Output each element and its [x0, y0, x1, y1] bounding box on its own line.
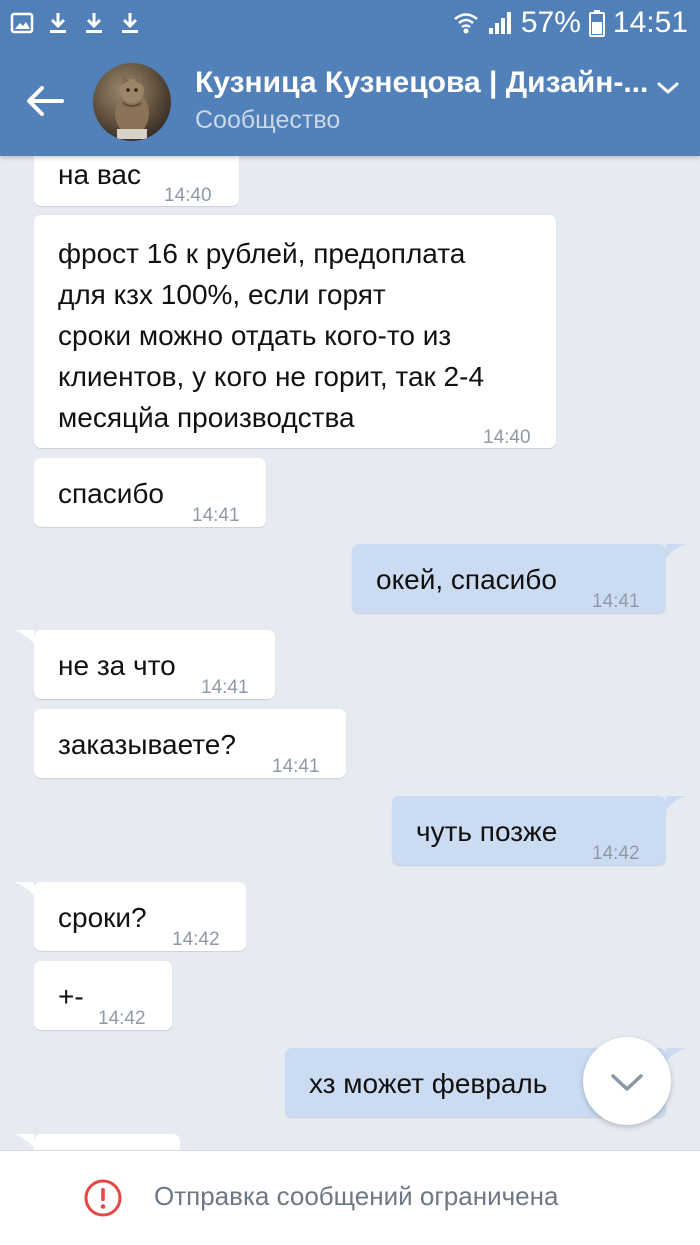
message-time: 14:41: [592, 591, 640, 612]
message-text: +-: [58, 981, 84, 1012]
message-time: 14:42: [172, 929, 220, 950]
message-incoming[interactable]: не за что 14:41: [34, 630, 275, 699]
messaging-restricted-bar: Отправка сообщений ограничена: [0, 1150, 700, 1245]
bubble-tail: [666, 544, 686, 558]
bubble-tail: [14, 1134, 34, 1148]
battery-percent: 57%: [520, 6, 581, 39]
chat-header: Кузница Кузнецова | Дизайн-... Сообществ…: [0, 48, 700, 156]
message-time: 14:40: [483, 427, 531, 448]
bubble-tail: [14, 882, 34, 896]
message-incoming[interactable]: спасибо 14:41: [34, 458, 266, 527]
message-text: на вас: [58, 159, 141, 190]
clock: 14:51: [612, 6, 688, 39]
message-text-line: сроки можно отдать кого-то из: [58, 320, 452, 351]
chat-title[interactable]: Кузница Кузнецова | Дизайн-...: [195, 66, 648, 100]
message-incoming[interactable]: фрост 16 к рублей, предоплата для кзх 10…: [34, 215, 556, 448]
scroll-down-button[interactable]: [583, 1037, 671, 1125]
message-text: заказываете?: [58, 729, 236, 760]
message-time: 14:41: [192, 505, 240, 526]
message-time: 14:42: [592, 843, 640, 864]
bubble-tail: [666, 796, 686, 810]
message-incoming[interactable]: заказываете? 14:41: [34, 709, 346, 778]
message-text: спасибо: [58, 478, 164, 509]
download-notification-icon: [50, 13, 66, 33]
message-text: сроки?: [58, 902, 147, 933]
message-text-line: для кзх 100%, если горят: [58, 279, 386, 310]
community-avatar[interactable]: [93, 63, 171, 141]
gallery-notification-icon: [10, 12, 34, 34]
status-bar: 57% 14:51: [0, 0, 700, 48]
battery-icon: [588, 10, 605, 37]
message-text-line: месяцйа производства: [58, 402, 355, 433]
restricted-notice: Отправка сообщений ограничена: [154, 1181, 559, 1211]
message-incoming[interactable]: сроки? 14:42: [34, 882, 246, 951]
download-notification-icon: [122, 13, 138, 33]
signal-icon: [488, 12, 511, 34]
cat-photo-icon: [115, 73, 149, 139]
message-incoming[interactable]: +- 14:42: [34, 961, 172, 1030]
warning-icon: [84, 1179, 122, 1217]
bubble-tail: [14, 630, 34, 644]
wifi-icon: [454, 13, 478, 34]
back-arrow-icon[interactable]: [22, 78, 68, 124]
message-time: 14:41: [201, 677, 249, 698]
message-outgoing[interactable]: чуть позже 14:42: [392, 796, 666, 865]
chevron-down-icon: [611, 1074, 643, 1091]
chevron-down-icon[interactable]: [656, 76, 680, 100]
message-outgoing[interactable]: окей, спасибо 14:41: [352, 544, 666, 613]
message-text: окей, спасибо: [376, 564, 557, 595]
message-time: 14:41: [272, 756, 320, 777]
message-text-line: клиентов, у кого не горит, так 2-4: [58, 361, 485, 392]
download-notification-icon: [86, 13, 102, 33]
message-time: 14:42: [98, 1008, 146, 1029]
message-text-line: фрост 16 к рублей, предоплата: [58, 238, 466, 269]
chat-subtitle: Сообщество: [195, 106, 341, 134]
message-time: 14:40: [164, 185, 212, 206]
message-text: хз может февраль: [309, 1068, 548, 1099]
message-text: чуть позже: [416, 816, 558, 847]
message-text: не за что: [58, 650, 176, 681]
